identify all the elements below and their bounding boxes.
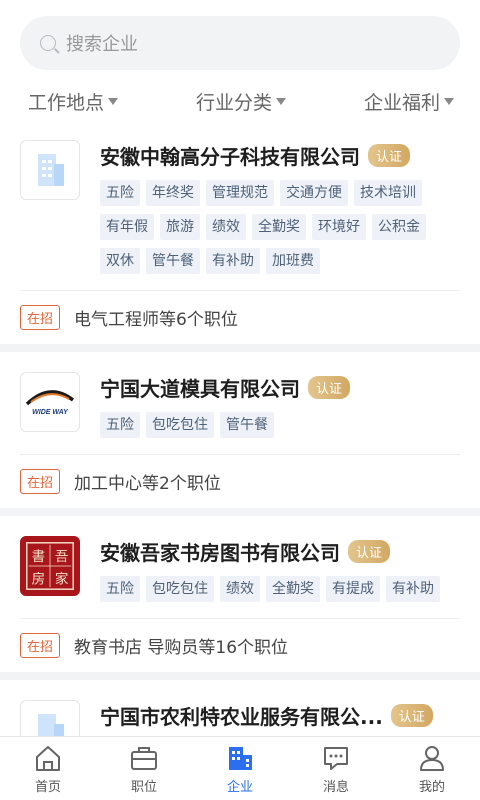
tag: 有补助 (386, 576, 440, 602)
tag: 双休 (100, 248, 140, 274)
tab-companies[interactable]: 企业 (192, 737, 288, 800)
verified-badge: 认证 (348, 539, 391, 563)
company-card[interactable]: 安徽中翰高分子科技有限公司 认证 五险 年终奖 管理规范 交通方便 技术培训 有… (0, 120, 480, 344)
filter-label: 工作地点 (28, 92, 105, 114)
caret-down-icon (276, 98, 286, 105)
tag: 公积金 (372, 214, 426, 240)
search-bar[interactable]: 搜索企业 (20, 16, 460, 70)
tag: 全勤奖 (266, 576, 320, 602)
tag: 年终奖 (146, 180, 200, 206)
tab-label: 我的 (418, 780, 445, 795)
job-count-text: 电气工程师等6个职位 (74, 310, 238, 330)
tab-label: 职位 (130, 780, 157, 795)
hiring-badge: 在招 (20, 469, 61, 494)
profile-icon (420, 746, 444, 771)
filter-label: 企业福利 (363, 92, 440, 114)
tab-label: 首页 (34, 780, 61, 795)
company-card[interactable]: 書 吾 房 家 安徽吾家书房图书有限公司 认证 五险 包吃包住 绩效 全勤奖 有… (0, 516, 480, 672)
building-icon (20, 140, 80, 200)
job-count-text: 加工中心等2个职位 (74, 474, 221, 494)
filter-industry[interactable]: 行业分类 (196, 88, 286, 115)
tag: 交通方便 (280, 180, 348, 206)
svg-text:房: 房 (32, 571, 46, 587)
wide-way-logo: WIDE WAY (20, 372, 80, 432)
tag-list: 五险 年终奖 管理规范 交通方便 技术培训 有年假 旅游 绩效 全勤奖 环境好 … (100, 180, 460, 282)
tag: 旅游 (160, 214, 200, 240)
caret-down-icon (108, 98, 119, 105)
tag: 五险 (100, 180, 140, 206)
tag: 包吃包住 (146, 412, 214, 438)
company-name: 宁国市农利特农业服务有限公... (100, 704, 383, 729)
company-name: 安徽吾家书房图书有限公司 (100, 540, 340, 565)
building-icon (20, 700, 80, 736)
company-name: 安徽中翰高分子科技有限公司 (100, 144, 360, 169)
search-placeholder: 搜索企业 (66, 34, 138, 55)
tag: 绩效 (206, 214, 246, 240)
message-icon (324, 747, 348, 770)
svg-text:吾: 吾 (55, 549, 69, 565)
company-list: 安徽中翰高分子科技有限公司 认证 五险 年终奖 管理规范 交通方便 技术培训 有… (0, 120, 480, 736)
company-card[interactable]: WIDE WAY 宁国大道模具有限公司 认证 五险 包吃包住 管午餐 在招 加工… (0, 352, 480, 508)
tag: 包吃包住 (146, 576, 214, 602)
tag: 有年假 (100, 214, 154, 240)
verified-badge: 认证 (308, 375, 351, 399)
tab-jobs[interactable]: 职位 (96, 737, 192, 800)
job-count-text: 教育书店 导购员等16个职位 (74, 638, 289, 658)
tag-list: 五险 包吃包住 绩效 全勤奖 有提成 有补助 (100, 576, 460, 610)
tab-profile[interactable]: 我的 (384, 737, 480, 800)
svg-text:家: 家 (55, 570, 69, 587)
hiring-badge: 在招 (20, 633, 61, 658)
company-name: 宁国大道模具有限公司 (100, 376, 300, 401)
seal-logo: 書 吾 房 家 (20, 536, 80, 596)
tab-messages[interactable]: 消息 (288, 737, 384, 800)
tab-label: 消息 (322, 780, 349, 795)
briefcase-icon (131, 747, 157, 770)
company-card[interactable]: 宁国市农利特农业服务有限公... 认证 (0, 680, 480, 736)
tag: 全勤奖 (252, 214, 306, 240)
tag: 管理规范 (206, 180, 274, 206)
filter-bar: 工作地点 行业分类 企业福利 (20, 88, 460, 115)
job-summary[interactable]: 在招 加工中心等2个职位 (20, 454, 460, 508)
tab-label: 企业 (226, 780, 253, 795)
hiring-badge: 在招 (20, 305, 61, 330)
job-summary[interactable]: 在招 电气工程师等6个职位 (20, 290, 460, 344)
tag: 管午餐 (220, 412, 274, 438)
tag: 加班费 (266, 248, 320, 274)
filter-label: 行业分类 (195, 92, 272, 114)
home-icon (36, 746, 60, 771)
tag: 有补助 (206, 248, 260, 274)
tag: 绩效 (220, 576, 260, 602)
tag: 技术培训 (354, 180, 422, 206)
tag: 环境好 (312, 214, 366, 240)
company-icon (229, 747, 252, 770)
tag: 管午餐 (146, 248, 200, 274)
caret-down-icon (443, 98, 454, 105)
svg-text:書: 書 (32, 549, 46, 565)
tag: 五险 (100, 412, 140, 438)
logo-text: WIDE WAY (32, 409, 69, 416)
tag-list: 五险 包吃包住 管午餐 (100, 412, 460, 446)
search-icon (40, 35, 56, 51)
job-summary[interactable]: 在招 教育书店 导购员等16个职位 (20, 618, 460, 672)
tag: 五险 (100, 576, 140, 602)
verified-badge: 认证 (368, 143, 411, 167)
tab-home[interactable]: 首页 (0, 737, 96, 800)
filter-location[interactable]: 工作地点 (28, 88, 119, 115)
verified-badge: 认证 (390, 703, 433, 727)
header: 搜索企业 工作地点 行业分类 企业福利 (0, 0, 480, 120)
filter-benefits[interactable]: 企业福利 (364, 88, 454, 115)
tag: 有提成 (326, 576, 380, 602)
bottom-tab-bar: 首页 职位 企业 消息 我的 (0, 736, 480, 800)
